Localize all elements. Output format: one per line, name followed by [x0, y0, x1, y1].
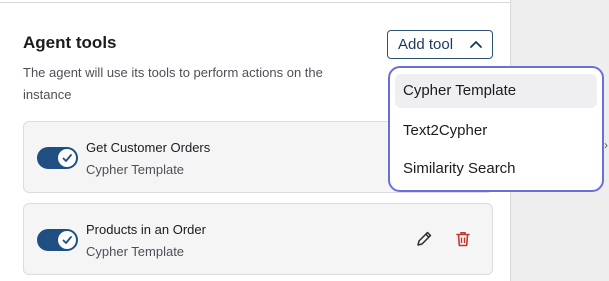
tool-type: Cypher Template [86, 244, 185, 259]
add-tool-button[interactable]: Add tool [387, 30, 493, 59]
tool-enabled-toggle[interactable] [37, 147, 78, 169]
dropdown-option-text2cypher[interactable]: Text2Cypher [395, 112, 597, 150]
toggle-knob [58, 149, 76, 167]
dropdown-option-cypher-template[interactable]: Cypher Template [395, 74, 597, 108]
toggle-knob [58, 231, 76, 249]
check-icon [62, 236, 72, 244]
tool-name: Get Customer Orders [86, 140, 211, 155]
section-description: The agent will use its tools to perform … [23, 65, 323, 102]
tool-type: Cypher Template [86, 162, 185, 177]
tool-card: Products in an Order Cypher Template [23, 203, 493, 275]
add-tool-dropdown: Cypher Template Text2Cypher Similarity S… [388, 66, 604, 192]
tool-name: Products in an Order [86, 222, 206, 237]
trash-icon[interactable] [454, 230, 472, 248]
dropdown-option-similarity-search[interactable]: Similarity Search [395, 150, 597, 188]
add-tool-label: Add tool [398, 36, 454, 53]
section-title: Agent tools [23, 33, 117, 52]
pencil-icon[interactable] [415, 230, 433, 248]
offscreen-fragment: › [604, 138, 608, 152]
chevron-up-icon [470, 41, 482, 48]
check-icon [62, 154, 72, 162]
panel-divider [0, 0, 511, 3]
tool-enabled-toggle[interactable] [37, 229, 78, 251]
